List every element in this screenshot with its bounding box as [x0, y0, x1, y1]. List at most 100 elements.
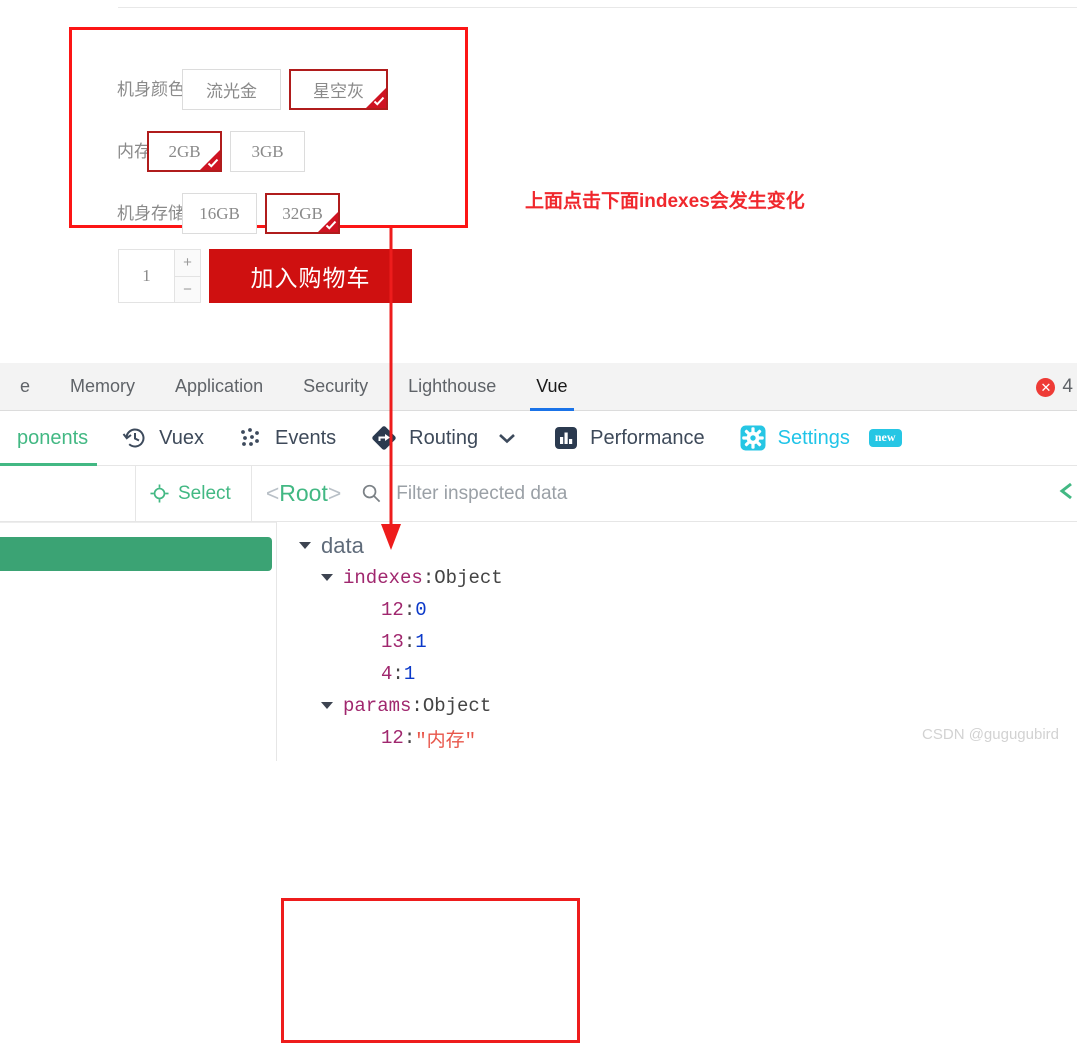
tree-value: 0	[415, 599, 427, 621]
vue-tab-performance[interactable]: Performance	[536, 411, 722, 466]
devtools-tab[interactable]: Security	[283, 363, 388, 411]
tree-separator: :	[422, 567, 435, 589]
bar-chart-icon	[555, 427, 578, 449]
devtools-tab-label: Security	[303, 376, 369, 396]
tree-value: Object	[434, 567, 503, 589]
vue-tab-events[interactable]: Events	[221, 411, 353, 466]
quantity-stepper[interactable]: 1 + −	[118, 249, 201, 303]
tree-separator: :	[403, 631, 416, 653]
checkmark-icon	[373, 96, 385, 106]
devtools-tab-label: Lighthouse	[408, 376, 497, 396]
crosshair-icon	[150, 484, 169, 503]
option-choice-selected[interactable]: 32GB	[265, 193, 340, 234]
caret-down-icon[interactable]	[321, 701, 334, 714]
gear-icon	[740, 425, 766, 451]
tree-key: 4	[381, 663, 393, 685]
devtools-tab[interactable]: e	[0, 363, 50, 411]
caret-down-icon[interactable]	[299, 541, 312, 554]
option-choice-label: 2GB	[168, 141, 201, 161]
devtools-tab-label: Memory	[70, 376, 136, 396]
annotation-arrow	[381, 228, 401, 550]
options-highlight-box: 机身颜色 流光金 星空灰 内存 2GB 3GB 机身存储 16GB 32GB	[69, 27, 468, 234]
vue-tab-label: Routing	[409, 426, 479, 449]
devtools-panel: e Memory Application Security Lighthouse Vue …	[0, 345, 1077, 1043]
vue-tab-label: Vuex	[159, 426, 205, 449]
annotation-note: 上面点击下面indexes会发生变化	[525, 191, 805, 212]
error-icon: ✕	[1036, 377, 1056, 397]
components-pane-divider	[0, 522, 276, 523]
tree-separator: :	[392, 663, 404, 685]
option-choice-label: 3GB	[251, 141, 284, 161]
option-choice-selected[interactable]: 2GB	[147, 131, 222, 172]
tree-key: 13	[381, 631, 404, 653]
vue-tab-label: Settings	[777, 426, 850, 449]
filter-wrap	[355, 479, 1077, 508]
product-options-area: 机身颜色 流光金 星空灰 内存 2GB 3GB 机身存储 16GB 32GB 1 + − 加入购…	[0, 0, 1077, 345]
devtools-tab[interactable]: Lighthouse	[388, 363, 516, 411]
checkmark-icon	[325, 220, 337, 230]
vue-tab-label: ponents	[17, 426, 89, 449]
option-choice-label: 星空灰	[313, 82, 364, 101]
devtools-tab-label: e	[20, 376, 31, 396]
vue-devtools-tabbar: ponents Vuex Events Routing Performance Setti…	[0, 411, 1077, 466]
option-row: 内存 2GB 3GB	[72, 131, 465, 172]
indexes-highlight-box	[281, 898, 580, 1043]
tree-row[interactable]: indexes: Object	[277, 562, 1077, 594]
tree-key: 12	[381, 599, 404, 621]
select-component-button[interactable]: Select	[150, 466, 251, 522]
vue-tab-label: Performance	[590, 426, 705, 449]
vue-tab-settings[interactable]: Settings new	[722, 411, 919, 466]
select-wrap: Select	[136, 465, 252, 522]
tree-value: Object	[422, 695, 492, 717]
select-label: Select	[178, 482, 231, 504]
dots-icon	[241, 428, 259, 446]
vue-tab-label: Events	[275, 426, 337, 449]
tree-row[interactable]: 13: 1	[277, 626, 1077, 658]
checkmark-icon	[207, 158, 219, 168]
caret-down-icon[interactable]	[321, 573, 334, 586]
root-close-bracket: >	[327, 480, 342, 506]
tree-separator: :	[403, 599, 416, 621]
filter-inspected-data-input[interactable]	[394, 481, 875, 506]
tree-row[interactable]: params: Object	[277, 690, 1077, 722]
devtools-tab-label: Application	[175, 376, 264, 396]
collapse-chevron-icon[interactable]	[1055, 479, 1077, 508]
root-name: Root	[279, 480, 328, 506]
option-choice-label: 流光金	[206, 82, 257, 101]
devtools-tab[interactable]: Application	[155, 363, 283, 411]
components-selected-row[interactable]	[0, 537, 272, 571]
tree-row[interactable]: 12: 0	[277, 594, 1077, 626]
option-row-label: 内存	[117, 142, 151, 161]
option-row-label: 机身存储	[117, 204, 185, 223]
option-choice[interactable]: 3GB	[230, 131, 305, 172]
quantity-decrease-button[interactable]: −	[175, 276, 200, 302]
tree-value: 1	[403, 663, 416, 685]
tree-separator: :	[403, 727, 416, 749]
quantity-value: 1	[142, 266, 151, 285]
purchase-row: 1 + − 加入购物车	[118, 249, 412, 303]
page-divider	[118, 7, 1077, 8]
chevron-down-icon	[499, 434, 515, 444]
option-choice[interactable]: 流光金	[182, 69, 281, 110]
option-choice-selected[interactable]: 星空灰	[289, 69, 388, 110]
tree-row[interactable]: 4: 1	[277, 658, 1077, 690]
tree-value: "内存"	[415, 729, 477, 752]
root-component-label: <Root>	[252, 480, 355, 507]
devtools-tab[interactable]: Memory	[50, 363, 155, 411]
option-choice-label: 16GB	[199, 203, 240, 223]
components-pane-spacer	[0, 465, 136, 522]
devtools-error-indicator[interactable]: ✕ 4	[1036, 363, 1077, 411]
vue-tab-vuex[interactable]: Vuex	[105, 411, 221, 466]
vue-tab-ponents[interactable]: ponents	[0, 411, 105, 466]
tree-key: indexes	[343, 567, 423, 589]
tree-key: 12	[381, 727, 404, 749]
devtools-tab[interactable]: Vue	[516, 363, 587, 411]
option-row: 机身颜色 流光金 星空灰	[72, 69, 465, 110]
option-row: 机身存储 16GB 32GB	[72, 193, 465, 234]
tree-key: params	[343, 695, 412, 717]
quantity-increase-button[interactable]: +	[175, 250, 200, 277]
tree-value: 1	[415, 631, 427, 653]
option-choice-label: 32GB	[282, 203, 323, 223]
tree-separator: :	[411, 695, 423, 717]
option-choice[interactable]: 16GB	[182, 193, 257, 234]
